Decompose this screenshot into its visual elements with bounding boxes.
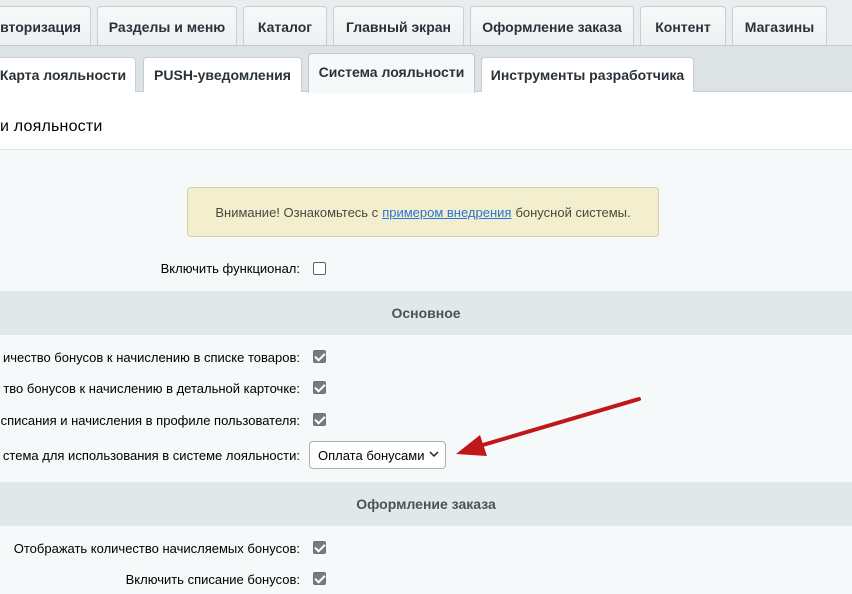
bonus-list-checkbox[interactable] [313, 350, 326, 363]
page-title: и лояльности [0, 118, 103, 135]
show-accrued-bonuses-label: Отображать количество начисляемых бонусо… [13, 541, 300, 556]
profile-history-label: списания и начисления в профиле пользова… [0, 413, 300, 428]
tab-authorization[interactable]: вторизация [0, 6, 91, 46]
enable-label: Включить функционал: [160, 261, 300, 276]
tab-catalog[interactable]: Каталог [243, 6, 327, 46]
show-accrued-bonuses-checkbox[interactable] [313, 541, 326, 554]
tab-loyalty-system[interactable]: Система лояльности [308, 53, 475, 93]
profile-history-checkbox[interactable] [313, 413, 326, 426]
implementation-example-link[interactable]: примером внедрения [382, 205, 511, 220]
tab-sections-menu[interactable]: Разделы и меню [97, 6, 237, 46]
tab-loyalty-card[interactable]: Карта лояльности [0, 57, 136, 92]
tab-content[interactable]: Контент [640, 6, 726, 46]
notice-box: Внимание! Ознакомьтесь с примером внедре… [187, 187, 659, 237]
section-header-main: Основное [0, 291, 852, 335]
bonus-detail-checkbox[interactable] [313, 381, 326, 394]
payment-system-value: Оплата бонусами [318, 447, 425, 463]
tab-main-screen[interactable]: Главный экран [333, 6, 464, 46]
tab-stores[interactable]: Магазины [732, 6, 827, 46]
bonus-detail-label: тво бонусов к начислению в детальной кар… [3, 381, 300, 396]
tab-checkout[interactable]: Оформление заказа [470, 6, 634, 46]
chevron-down-icon [429, 451, 439, 458]
payment-system-label: стема для использования в системе лояльн… [2, 448, 300, 463]
payment-system-select[interactable]: Оплата бонусами [309, 441, 446, 469]
notice-text-after: бонусной системы. [515, 204, 631, 220]
tab-developer-tools[interactable]: Инструменты разработчика [481, 57, 694, 92]
enable-bonus-writeoff-checkbox[interactable] [313, 572, 326, 585]
section-header-order: Оформление заказа [0, 482, 852, 526]
notice-text-before: Внимание! Ознакомьтесь с [215, 204, 379, 220]
bonus-list-label: ичество бонусов к начислению в списке то… [2, 350, 300, 365]
tab-push-notifications[interactable]: PUSH-уведомления [143, 57, 302, 92]
enable-checkbox[interactable] [313, 262, 326, 275]
annotation-arrow [456, 397, 641, 456]
enable-bonus-writeoff-label: Включить списание бонусов: [125, 572, 300, 587]
